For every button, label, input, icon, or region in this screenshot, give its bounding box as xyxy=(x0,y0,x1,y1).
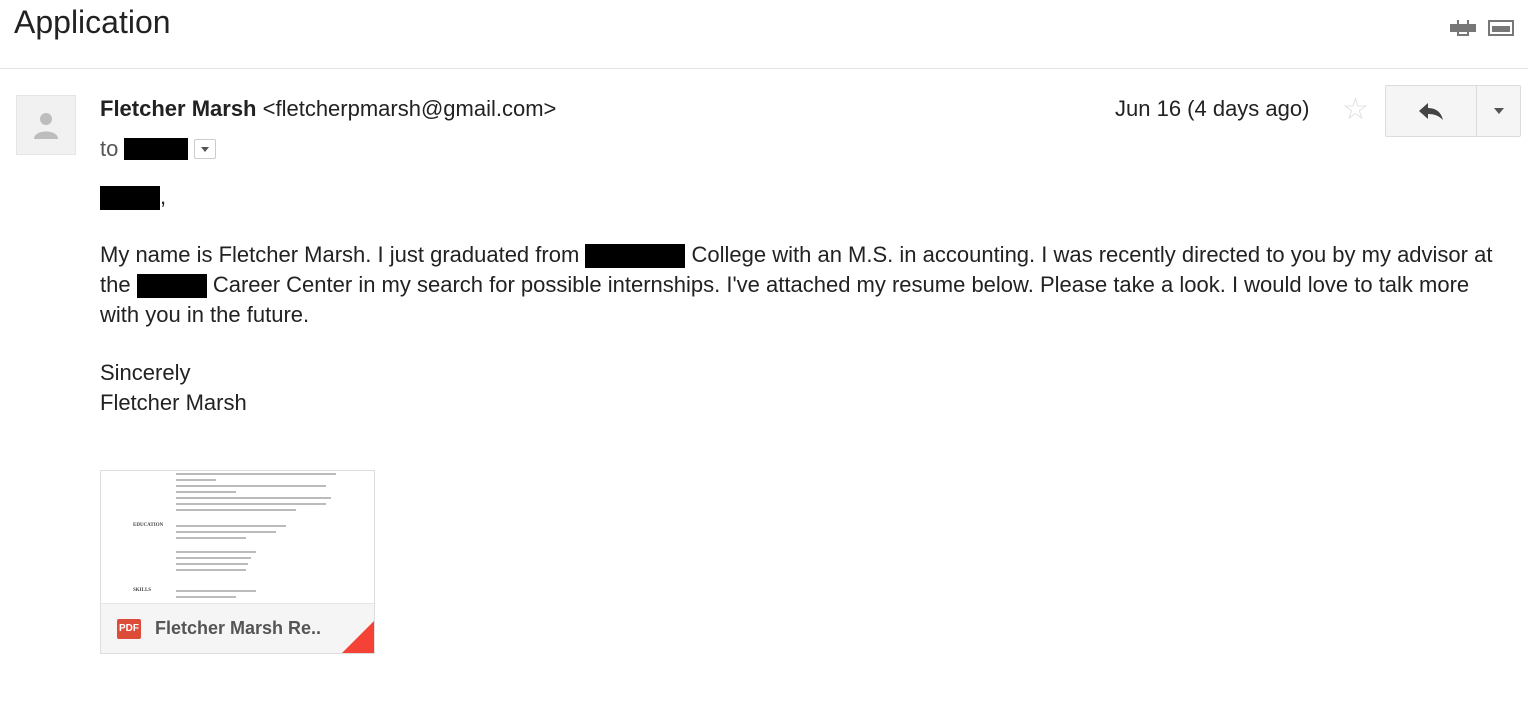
details-dropdown-icon[interactable] xyxy=(194,139,217,159)
paragraph-text-3: Career Center in my search for possible … xyxy=(100,272,1470,327)
thread-actions xyxy=(1450,20,1514,36)
pdf-icon: PDF xyxy=(117,618,141,639)
star-icon[interactable]: ☆ xyxy=(1342,92,1369,127)
attachment-preview: EDUCATION SKILLS xyxy=(101,471,374,603)
email-subject: Application xyxy=(14,4,171,40)
attachment-corner-fold xyxy=(342,621,374,653)
new-window-icon[interactable] xyxy=(1488,20,1514,36)
preview-education-label: EDUCATION xyxy=(133,523,164,528)
print-icon[interactable] xyxy=(1450,20,1476,36)
recipient-redaction xyxy=(124,138,189,160)
person-icon xyxy=(34,113,58,139)
sender-name[interactable]: Fletcher Marsh xyxy=(100,96,257,121)
school-redaction xyxy=(136,274,207,299)
greeting-redaction xyxy=(100,186,160,211)
greeting-comma: , xyxy=(160,184,167,209)
reply-icon xyxy=(1419,103,1443,120)
preview-skills-label: SKILLS xyxy=(133,588,152,593)
message-body: , My name is Fletcher Marsh. I just grad… xyxy=(100,182,1510,418)
recipient-line: to xyxy=(100,136,217,162)
header-divider xyxy=(0,68,1528,69)
avatar xyxy=(16,95,76,155)
to-label: to xyxy=(100,136,119,161)
sender-email: <fletcherpmarsh@gmail.com> xyxy=(262,96,557,121)
closing: Sincerely xyxy=(100,360,191,385)
signature-name: Fletcher Marsh xyxy=(100,390,247,415)
college-redaction xyxy=(585,244,686,269)
more-options-button[interactable] xyxy=(1477,85,1521,137)
sender-line: Fletcher Marsh <fletcherpmarsh@gmail.com… xyxy=(100,96,556,122)
paragraph-text-1: My name is Fletcher Marsh. I just gradua… xyxy=(100,242,586,267)
message-date: Jun 16 (4 days ago) xyxy=(1115,96,1310,121)
attachment-footer: PDF Fletcher Marsh Re.. xyxy=(101,603,374,653)
signature-block: Sincerely Fletcher Marsh xyxy=(100,358,1510,418)
message-paragraph: My name is Fletcher Marsh. I just gradua… xyxy=(100,240,1510,330)
greeting: , xyxy=(100,182,1510,212)
attachment-filename[interactable]: Fletcher Marsh Re.. xyxy=(155,618,321,639)
reply-button[interactable] xyxy=(1385,85,1477,137)
attachment-card[interactable]: EDUCATION SKILLS PDF Fletcher Marsh Re.. xyxy=(100,470,375,654)
reply-controls xyxy=(1385,85,1521,137)
